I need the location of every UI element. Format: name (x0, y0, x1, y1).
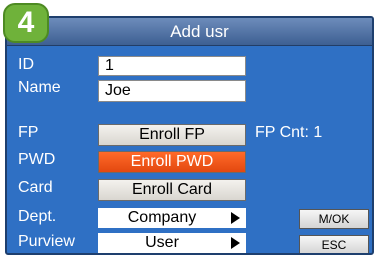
enroll-pwd-button[interactable]: Enroll PWD (98, 151, 246, 173)
fp-count: FP Cnt: 1 (255, 124, 323, 141)
purview-label: Purview (18, 233, 75, 250)
pwd-label: PWD (18, 151, 56, 168)
step-number-badge: 4 (3, 3, 49, 43)
dialog-title: Add usr (7, 18, 372, 46)
card-label: Card (18, 179, 53, 196)
fp-label: FP (18, 124, 39, 141)
dept-select[interactable]: Company (98, 208, 246, 228)
purview-select[interactable]: User (98, 233, 246, 253)
name-label: Name (18, 79, 61, 96)
right-arrow-icon (231, 212, 240, 224)
dept-label: Dept. (18, 208, 57, 225)
id-label: ID (18, 56, 34, 73)
enroll-fp-button[interactable]: Enroll FP (98, 124, 246, 146)
dept-value: Company (127, 209, 197, 226)
esc-button[interactable]: ESC (299, 235, 369, 253)
right-arrow-icon (231, 237, 240, 249)
add-user-dialog: Add usr ID 1 Name Joe FP Enroll FP FP Cn… (5, 16, 374, 255)
id-field[interactable]: 1 (98, 56, 246, 76)
enroll-card-button[interactable]: Enroll Card (98, 179, 246, 201)
ok-button[interactable]: M/OK (299, 209, 369, 229)
name-field[interactable]: Joe (98, 80, 246, 102)
purview-value: User (145, 234, 179, 251)
